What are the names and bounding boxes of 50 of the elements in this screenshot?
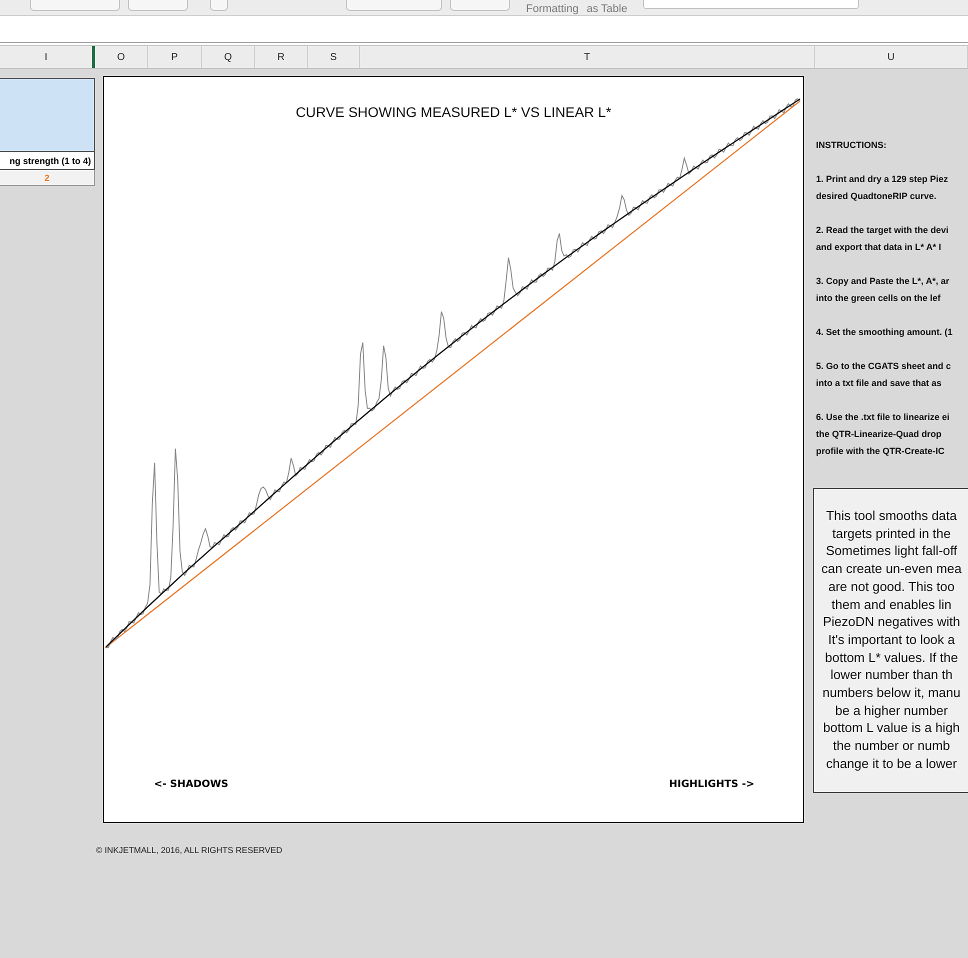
note-line: bottom L value is a high (822, 719, 961, 738)
shadows-label: <- SHADOWS (154, 779, 228, 790)
note-line: the number or numb (832, 737, 952, 755)
note-line: It's important to look a (827, 630, 956, 649)
column-header[interactable]: S (308, 46, 360, 68)
instruction-text: 5. Go to the CGATS sheet and c (816, 360, 952, 373)
column-header[interactable]: R (255, 46, 308, 68)
ribbon-button[interactable] (30, 0, 120, 11)
formula-bar[interactable] (0, 16, 968, 43)
column-header[interactable]: U (815, 46, 968, 68)
instruction-text: 4. Set the smoothing amount. (1 (816, 326, 953, 339)
note-line: are not good. This too (827, 578, 956, 596)
instructions-title: INSTRUCTIONS: (816, 140, 888, 150)
highlights-label: HIGHLIGHTS -> (669, 779, 754, 790)
ribbon-label[interactable]: Formatting (526, 4, 579, 15)
column-header[interactable]: O (95, 46, 148, 68)
note-line: PiezoDN negatives with (822, 613, 962, 631)
ribbon-button[interactable] (128, 0, 188, 11)
note-line: be a higher number (834, 702, 949, 720)
instruction-text: profile with the QTR-Create-IC (816, 445, 946, 458)
note-line: them and enables lin (830, 596, 952, 614)
column-header[interactable]: T (360, 46, 815, 68)
note-line: targets printed in the (831, 524, 952, 542)
note-line: can create un-even mea (820, 560, 963, 578)
copyright-text: © INKJETMALL, 2016, ALL RIGHTS RESERVED (96, 845, 282, 855)
column-header[interactable]: I (0, 46, 95, 68)
ribbon-button[interactable] (346, 0, 442, 11)
note-line: lower number than th (829, 666, 954, 684)
note-line: change it to be a lower (825, 754, 958, 773)
ribbon-button[interactable] (450, 0, 510, 11)
instruction-text: desired QuadtoneRIP curve. (816, 190, 938, 203)
instruction-text: 6. Use the .txt file to linearize ei (816, 411, 951, 424)
note-line: numbers below it, manu (821, 684, 962, 702)
instruction-text: 2. Read the target with the devi (816, 224, 950, 237)
instruction-text: into the green cells on the lef (816, 292, 942, 305)
ribbon-field[interactable] (643, 0, 860, 9)
ribbon-button[interactable] (210, 0, 228, 11)
instruction-text: and export that data in L* A* I (816, 241, 942, 254)
column-header[interactable]: P (148, 46, 202, 68)
note-line: Sometimes light fall-off (824, 542, 958, 560)
note-line: bottom L* values. If the (824, 648, 959, 666)
instruction-text: into a txt file and save that as (816, 377, 943, 390)
ribbon-label[interactable]: as Table (586, 4, 628, 15)
column-header[interactable]: Q (202, 46, 255, 68)
note-line: This tool smooths data (825, 507, 958, 525)
instruction-text: the QTR-Linearize-Quad drop (816, 428, 943, 441)
chart-title: CURVE SHOWING MEASURED L* VS LINEAR L* (294, 104, 612, 120)
instruction-text: 1. Print and dry a 129 step Piez (816, 173, 950, 186)
instruction-text: 3. Copy and Paste the L*, A*, ar (816, 275, 950, 288)
smoothing-label-cell: ng strength (1 to 4) (0, 152, 95, 170)
